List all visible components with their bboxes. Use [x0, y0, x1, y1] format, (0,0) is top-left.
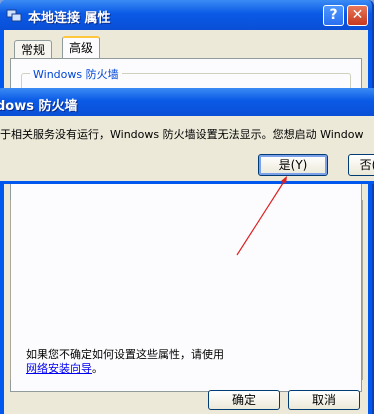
alert-titlebar[interactable]: dows 防火墙 — [0, 88, 374, 116]
no-button[interactable]: 否( — [348, 154, 374, 176]
help-link-suffix: 。 — [92, 362, 103, 375]
alert-title: dows 防火墙 — [0, 99, 78, 114]
panel-left-border — [10, 200, 11, 380]
network-connection-icon — [6, 9, 22, 22]
help-button[interactable]: ? — [323, 5, 344, 26]
panel-right-border — [362, 200, 363, 380]
cancel-button[interactable]: 取消 — [288, 390, 360, 410]
yes-button[interactable]: 是(Y) — [258, 154, 328, 176]
help-text-line: 如果您不确定如何设置这些属性，请使用 — [26, 348, 224, 361]
close-button[interactable]: ✕ — [347, 5, 368, 26]
network-setup-wizard-link[interactable]: 网络安装向导 — [26, 362, 92, 375]
window-title: 本地连接 属性 — [28, 11, 111, 26]
ok-button[interactable]: 确定 — [208, 390, 280, 410]
properties-window: 本地连接 属性 ? ✕ 常规 高级 Windows 防火墙 如果您不确定如何设置… — [0, 0, 374, 414]
properties-titlebar[interactable]: 本地连接 属性 ? ✕ — [0, 0, 372, 30]
alert-message: 于相关服务没有运行，Windows 防火墙设置无法显示。您想启动 Window — [0, 128, 364, 141]
firewall-group-legend: Windows 防火墙 — [30, 66, 122, 82]
help-text: 如果您不确定如何设置这些属性，请使用 网络安装向导。 — [26, 348, 224, 376]
tab-advanced[interactable]: 高级 — [62, 36, 101, 60]
firewall-alert-dialog: dows 防火墙 于相关服务没有运行，Windows 防火墙设置无法显示。您想启… — [0, 88, 374, 184]
alert-body: 于相关服务没有运行，Windows 防火墙设置无法显示。您想启动 Window … — [0, 116, 374, 181]
tab-general[interactable]: 常规 — [14, 40, 53, 59]
